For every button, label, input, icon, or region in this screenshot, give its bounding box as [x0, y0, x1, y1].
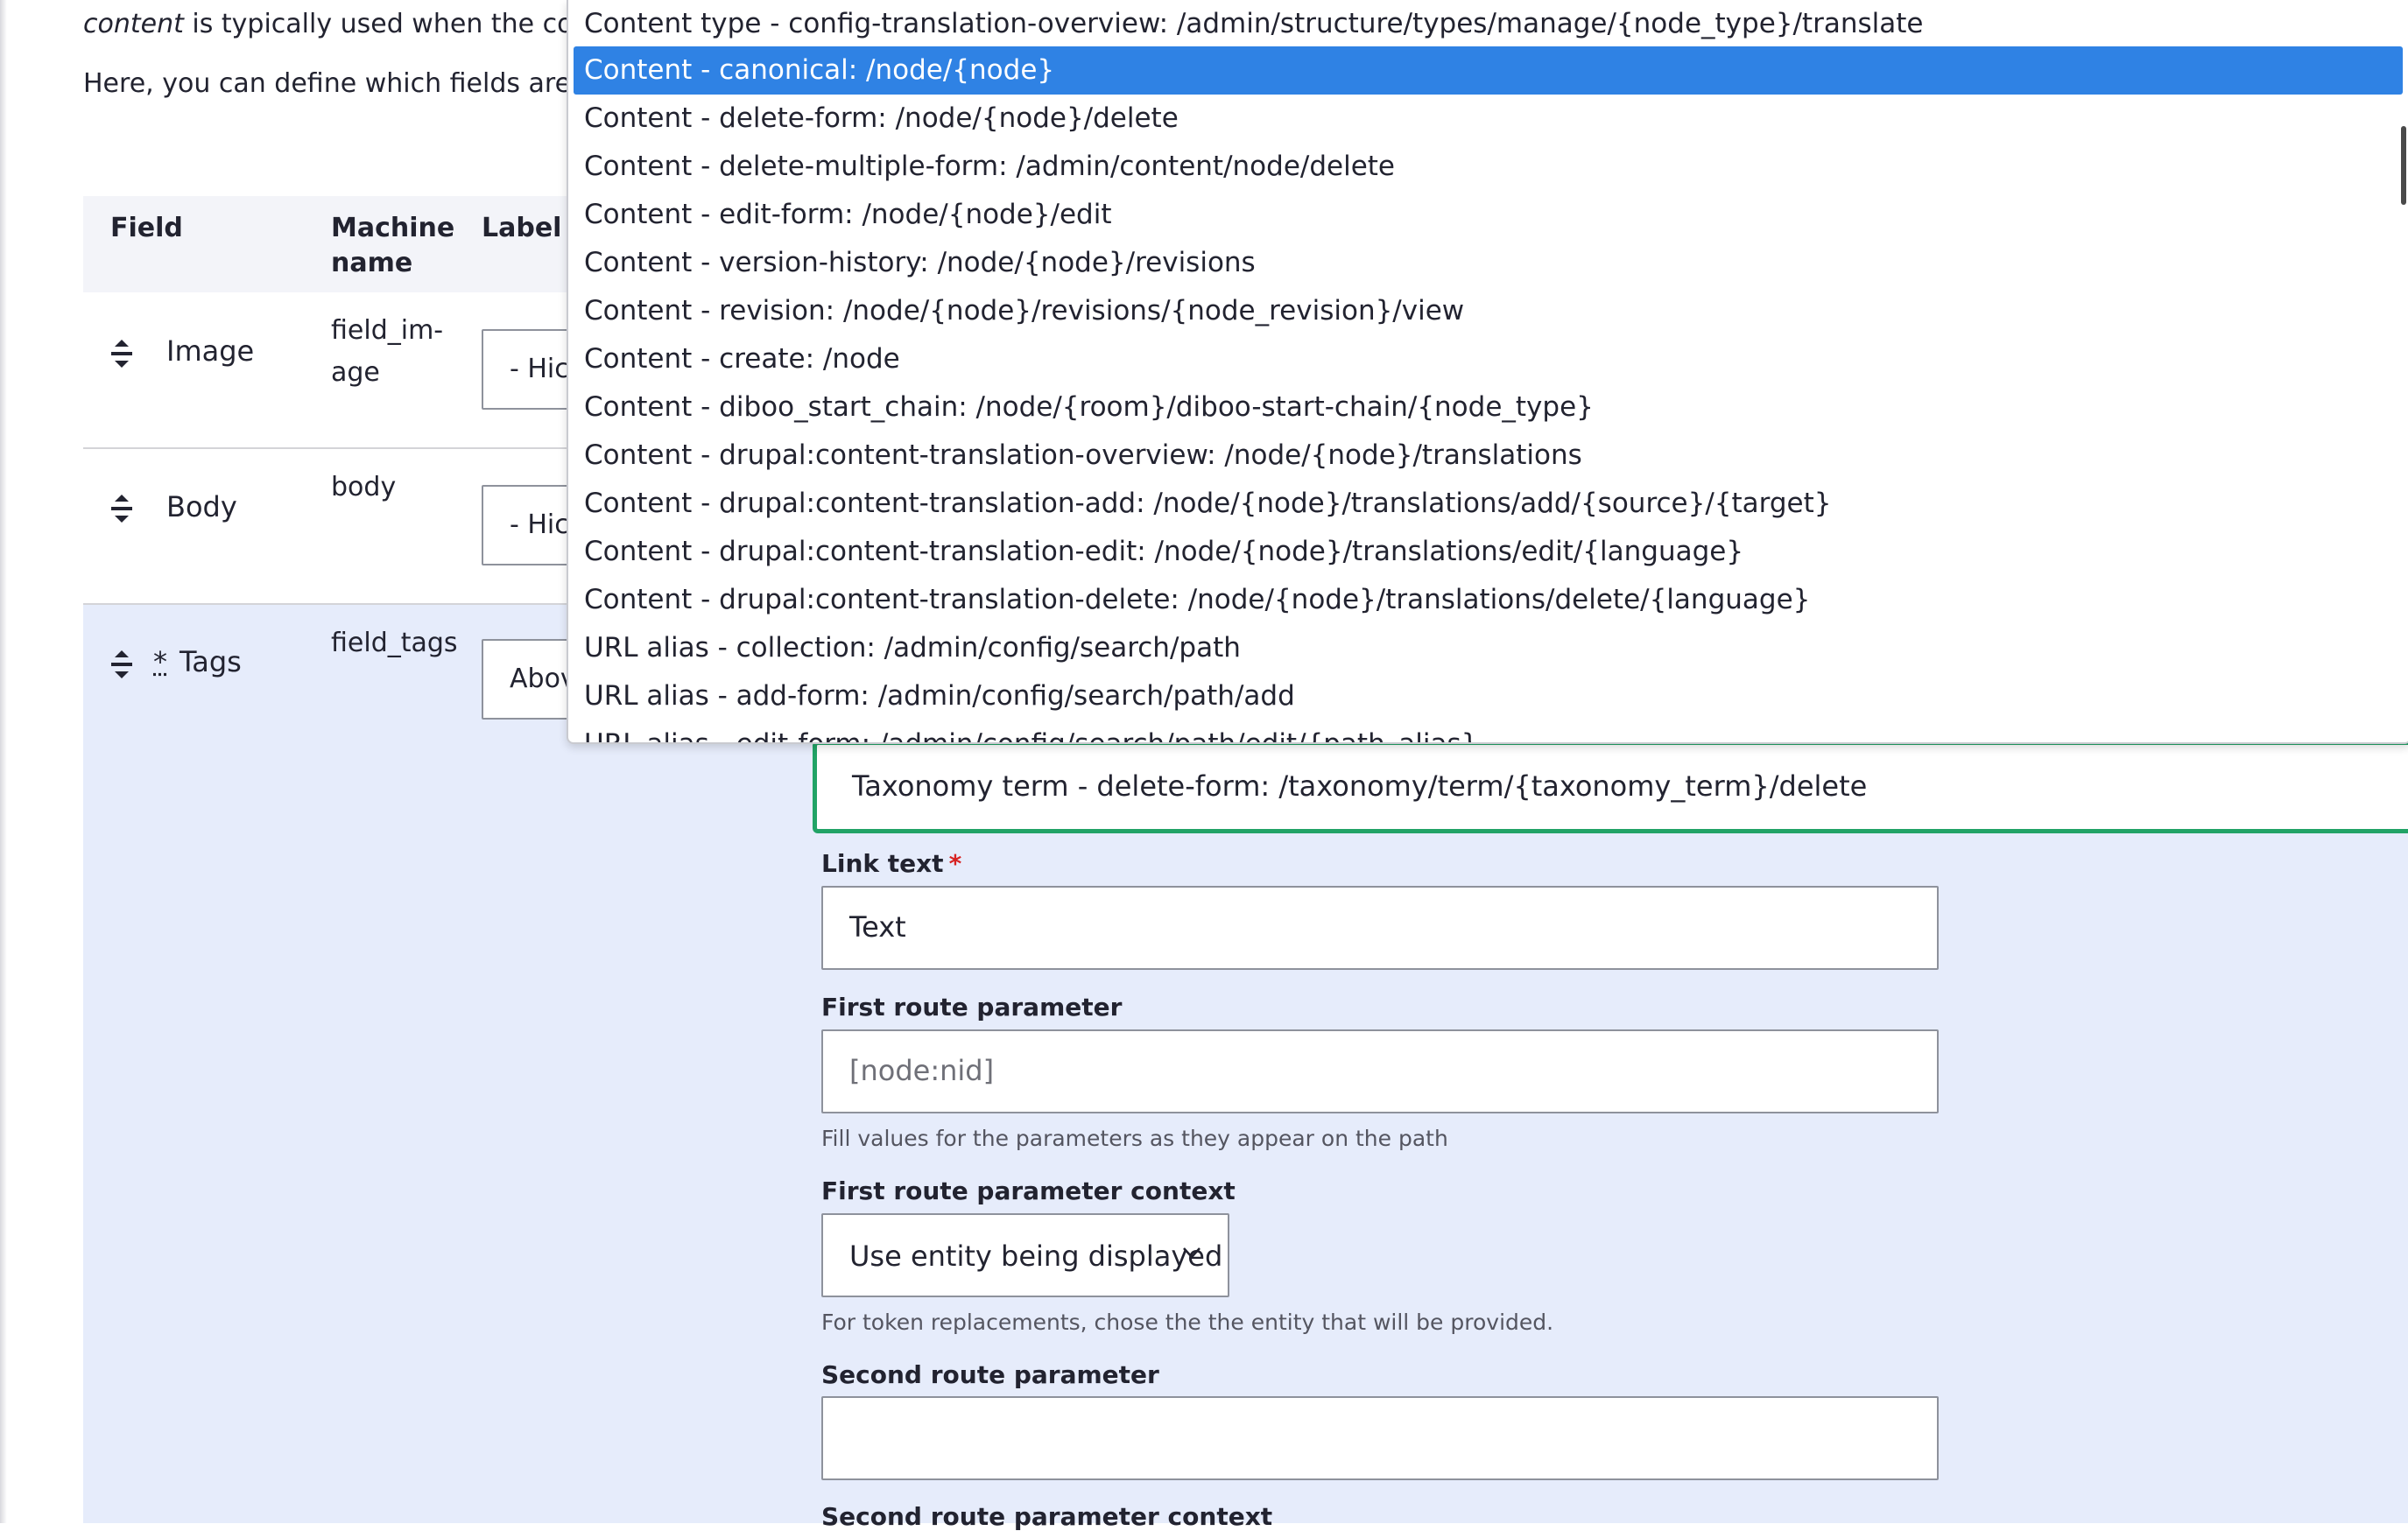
drag-handle-icon[interactable]: [109, 493, 134, 524]
dropdown-option[interactable]: URL alias - collection: /admin/config/se…: [574, 624, 2403, 672]
machine-name-tags: field_tags: [331, 622, 458, 664]
dropdown-option[interactable]: Content - version-history: /node/{node}/…: [574, 239, 2403, 287]
link-text-value: Text: [849, 910, 906, 944]
dropdown-option[interactable]: Content - create: /node: [574, 335, 2403, 383]
intro-line-1: content is typically used when the conte: [83, 9, 616, 39]
field-name-tags-text: Tags: [180, 645, 242, 678]
dropdown-option[interactable]: Content - delete-multiple-form: /admin/c…: [574, 143, 2403, 191]
header-machine-line2: name: [331, 246, 454, 281]
chevron-down-icon: [1182, 1243, 1201, 1262]
dropdown-option[interactable]: Content - diboo_start_chain: /node/{room…: [574, 383, 2403, 432]
drag-handle-icon[interactable]: [109, 649, 134, 680]
intro-emphasis: content: [83, 9, 184, 39]
first-context-select[interactable]: Use entity being displayed: [821, 1213, 1229, 1297]
first-context-value: Use entity being displayed: [849, 1240, 1222, 1273]
machine-name-image: field_im- age: [331, 310, 443, 394]
machine-name-line2: age: [331, 352, 443, 394]
first-context-label: First route parameter context: [821, 1176, 1236, 1205]
changed-marker: *: [153, 645, 167, 678]
header-label: Label: [482, 211, 561, 246]
first-param-input[interactable]: [node:nid]: [821, 1029, 1939, 1113]
field-name-body: Body: [166, 490, 237, 523]
dropdown-option[interactable]: URL alias - edit-form: /admin/config/sea…: [574, 720, 2403, 744]
page: content is typically used when the conte…: [0, 0, 2408, 1523]
dropdown-option[interactable]: Content - delete-form: /node/{node}/dele…: [574, 95, 2403, 143]
machine-name-body: body: [331, 467, 396, 509]
intro-line-2: Here, you can define which fields are sh: [83, 68, 609, 99]
dropdown-option[interactable]: Content type - config-translation-overvi…: [574, 0, 2403, 48]
header-machine-name: Machine name: [331, 211, 454, 281]
header-field: Field: [110, 211, 183, 246]
dropdown-option-selected[interactable]: Content - canonical: /node/{node}: [574, 46, 2403, 95]
dropdown-option[interactable]: URL alias - add-form: /admin/config/sear…: [574, 672, 2403, 720]
route-select-value: Taxonomy term - delete-form: /taxonomy/t…: [852, 769, 1867, 803]
route-options-dropdown[interactable]: Content type - config-translation-overvi…: [567, 0, 2408, 744]
dropdown-option[interactable]: Content - drupal:content-translation-del…: [574, 576, 2403, 624]
second-param-input[interactable]: [821, 1396, 1939, 1480]
first-param-help: Fill values for the parameters as they a…: [821, 1126, 1448, 1151]
header-machine-line1: Machine: [331, 211, 454, 246]
second-param-label: Second route parameter: [821, 1360, 1159, 1389]
machine-name-line1: field_im-: [331, 310, 443, 352]
required-marker: *: [949, 849, 962, 878]
dropdown-option[interactable]: Content - revision: /node/{node}/revisio…: [574, 287, 2403, 335]
drag-handle-icon[interactable]: [109, 338, 134, 369]
link-text-label-text: Link text: [821, 849, 944, 878]
intro-line-1-text: is typically used when the conte: [184, 9, 616, 39]
link-text-input[interactable]: Text: [821, 886, 1939, 970]
first-param-placeholder: [node:nid]: [849, 1054, 994, 1087]
dropdown-option[interactable]: Content - drupal:content-translation-add…: [574, 480, 2403, 528]
second-context-label: Second route parameter context: [821, 1502, 1272, 1531]
first-param-label: First route parameter: [821, 993, 1122, 1022]
field-name-image: Image: [166, 334, 254, 368]
link-text-label: Link text *: [821, 849, 961, 878]
route-select[interactable]: Taxonomy term - delete-form: /taxonomy/t…: [813, 741, 2408, 833]
dropdown-option[interactable]: Content - edit-form: /node/{node}/edit: [574, 191, 2403, 239]
dropdown-scrollbar[interactable]: [2401, 126, 2406, 205]
left-edge-shadow: [0, 0, 7, 1523]
dropdown-option[interactable]: Content - drupal:content-translation-edi…: [574, 528, 2403, 576]
field-name-tags: * Tags: [153, 645, 242, 678]
first-context-help: For token replacements, chose the the en…: [821, 1310, 1553, 1335]
dropdown-option[interactable]: Content - drupal:content-translation-ove…: [574, 432, 2403, 480]
